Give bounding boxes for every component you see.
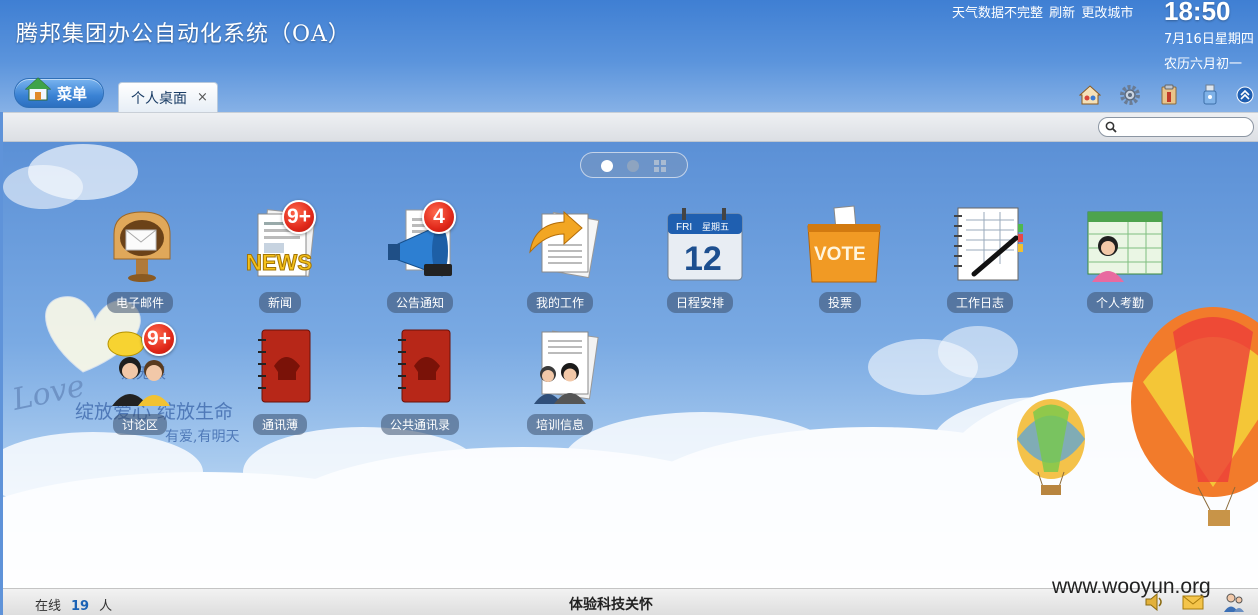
- phone-book-icon: [258, 329, 311, 403]
- users-icon[interactable]: [1223, 592, 1245, 612]
- app-work-log[interactable]: 工作日志: [920, 204, 1040, 320]
- page-switcher: [580, 152, 688, 178]
- app-training[interactable]: 培训信息: [500, 326, 620, 442]
- public-phone-book-icon: [398, 329, 451, 403]
- top-header: 腾邦集团办公自动化系统（OA） 天气数据不完整 刷新 更改城市 18:50 7月…: [0, 0, 1258, 112]
- app-label: 个人考勤: [1086, 292, 1154, 313]
- page-dot-1[interactable]: [601, 160, 613, 172]
- app-label: 电子邮件: [106, 292, 174, 313]
- weather-status: 天气数据不完整: [952, 6, 1044, 21]
- online-users[interactable]: 在线 19 人: [35, 595, 112, 614]
- calendar-number: 12: [684, 240, 722, 278]
- search-icon: [1105, 121, 1117, 133]
- menu-label: 菜单: [57, 84, 88, 103]
- app-label: 培训信息: [526, 414, 594, 435]
- online-prefix: 在线: [35, 599, 62, 614]
- menu-button[interactable]: 菜单: [14, 77, 104, 108]
- app-address-book[interactable]: 通讯薄: [220, 326, 340, 442]
- app-discussion[interactable]: 9+ 讨论区: [80, 322, 200, 442]
- app-label: 通讯薄: [252, 414, 308, 435]
- gear-icon[interactable]: [1119, 84, 1141, 106]
- desktop-area: Love 爱无限 绽放爱心 绽放生命 有爱,有明天 电子邮件 NEWS 9+ 新…: [3, 142, 1258, 588]
- vote-text: VOTE: [814, 244, 866, 265]
- app-label: 新闻: [258, 292, 302, 313]
- announcement-badge: 4: [422, 200, 456, 234]
- home-icon: [25, 77, 51, 101]
- tab-personal-desktop[interactable]: 个人桌面 ×: [118, 82, 218, 112]
- app-schedule[interactable]: FRI 星期五 12 日程安排: [640, 204, 760, 320]
- online-suffix: 人: [99, 599, 113, 614]
- app-attendance[interactable]: 个人考勤: [1060, 204, 1180, 320]
- calendar-icon: FRI 星期五 12: [667, 208, 743, 281]
- app-label: 日程安排: [666, 292, 734, 313]
- news-badge: 9+: [282, 200, 316, 234]
- grid-view-icon[interactable]: [654, 160, 666, 172]
- page-dot-2[interactable]: [627, 160, 639, 172]
- mailbox-icon: [113, 211, 171, 282]
- app-label: 讨论区: [112, 414, 168, 435]
- app-label: 公告通知: [386, 292, 454, 313]
- discussion-badge: 9+: [142, 322, 176, 356]
- home-people-icon[interactable]: [1079, 84, 1101, 106]
- online-count: 19: [71, 599, 90, 614]
- status-slogan: 体验科技关怀: [569, 597, 653, 613]
- notebook-pen-icon: [954, 207, 1023, 281]
- app-label: 投票: [818, 292, 862, 313]
- weather-refresh-link[interactable]: 刷新: [1049, 6, 1075, 21]
- search-input[interactable]: [1121, 119, 1249, 135]
- clock-date: 7月16日星期四: [1164, 32, 1254, 47]
- app-public-address-book[interactable]: 公共通讯录: [360, 326, 480, 442]
- app-announcements[interactable]: 4 公告通知: [360, 200, 480, 320]
- clock-time: 18:50: [1164, 0, 1231, 26]
- vote-box-icon: VOTE: [807, 205, 881, 283]
- usb-icon[interactable]: [1199, 84, 1221, 106]
- search-bar: [3, 112, 1258, 142]
- search-box[interactable]: [1098, 117, 1254, 137]
- calendar-week: 星期五: [702, 222, 729, 233]
- change-city-link[interactable]: 更改城市: [1081, 6, 1133, 21]
- training-doc-icon: [534, 330, 599, 404]
- status-bar: 在线 19 人 体验科技关怀 www.wooyun.org: [3, 575, 1258, 615]
- tab-close-icon[interactable]: ×: [197, 90, 208, 105]
- app-title: 腾邦集团办公自动化系统（OA）: [16, 22, 351, 47]
- app-vote[interactable]: VOTE 投票: [780, 204, 900, 320]
- calendar-day: FRI: [676, 222, 692, 233]
- app-label: 公共通讯录: [380, 414, 460, 435]
- svg-text:NEWS: NEWS: [246, 250, 312, 275]
- attendance-sheet-icon: [1087, 211, 1163, 282]
- weather-widget: 天气数据不完整 刷新 更改城市: [952, 2, 1135, 21]
- app-label: 工作日志: [946, 292, 1014, 313]
- speaker-icon[interactable]: [1144, 592, 1166, 612]
- clipboard-icon[interactable]: [1158, 84, 1180, 106]
- collapse-up-icon[interactable]: [1236, 86, 1254, 104]
- app-news[interactable]: NEWS 9+ 新闻: [220, 200, 340, 320]
- app-my-work[interactable]: 我的工作: [500, 204, 620, 320]
- app-email[interactable]: 电子邮件: [80, 204, 200, 320]
- lunar-date: 农历六月初一: [1164, 57, 1243, 72]
- message-envelope-icon[interactable]: [1182, 592, 1204, 612]
- app-label: 我的工作: [526, 292, 594, 313]
- tab-label: 个人桌面: [131, 90, 187, 107]
- documents-arrow-icon: [529, 210, 600, 279]
